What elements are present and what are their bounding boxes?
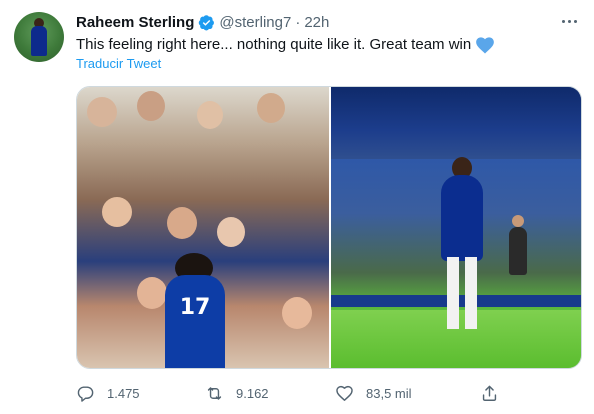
translate-tweet-link[interactable]: Traducir Tweet	[76, 56, 161, 71]
crowd-face	[257, 93, 285, 123]
crowd-face	[137, 277, 167, 309]
opponent-body	[509, 227, 527, 275]
reply-button[interactable]: 1.475	[76, 380, 140, 406]
crowd-face	[87, 97, 117, 127]
tweet-media[interactable]: 17	[76, 86, 582, 369]
like-button[interactable]: 83,5 mil	[335, 380, 412, 406]
header-separator: ·	[295, 13, 301, 31]
crowd-face	[167, 207, 197, 239]
tweet: Raheem Sterling @sterling7 · 22h This fe…	[0, 0, 594, 414]
crowd-face	[282, 297, 312, 329]
more-options-icon[interactable]	[558, 12, 580, 30]
author-avatar[interactable]	[14, 12, 64, 62]
retweet-icon	[207, 386, 222, 400]
share-button[interactable]	[480, 380, 499, 406]
author-name[interactable]: Raheem Sterling	[76, 14, 194, 31]
goal-celebration-photo[interactable]	[331, 87, 581, 368]
author-handle[interactable]: @sterling7	[219, 14, 291, 31]
crowd-face	[102, 197, 132, 227]
avatar-figure	[31, 26, 47, 56]
tweet-text-line: This feeling right here... nothing quite…	[76, 35, 495, 55]
crowd-face	[137, 91, 165, 121]
retweet-button[interactable]: 9.162	[205, 380, 269, 406]
tweet-header: Raheem Sterling @sterling7 · 22h	[76, 11, 329, 33]
reply-count: 1.475	[107, 385, 140, 401]
crowd-face	[197, 101, 223, 129]
reply-icon	[77, 385, 94, 402]
tweet-text: This feeling right here... nothing quite…	[76, 36, 472, 53]
celebration-crowd-photo[interactable]: 17	[77, 87, 329, 368]
crowd-face	[217, 217, 245, 247]
player-shirt-number: 17	[165, 275, 225, 368]
like-count: 83,5 mil	[366, 385, 412, 401]
retweet-count: 9.162	[236, 385, 269, 401]
blue-heart-emoji-icon	[476, 36, 495, 53]
heart-outline-icon	[336, 385, 353, 401]
tweet-timestamp[interactable]: 22h	[304, 14, 329, 31]
player-legs	[447, 257, 477, 329]
tweet-actions: 1.475 9.162 83,5 mil	[76, 380, 516, 406]
stadium-stand	[331, 87, 581, 159]
share-icon	[482, 385, 497, 401]
player-body	[441, 175, 483, 261]
opponent-head	[512, 215, 524, 227]
verified-badge-icon	[199, 14, 215, 30]
